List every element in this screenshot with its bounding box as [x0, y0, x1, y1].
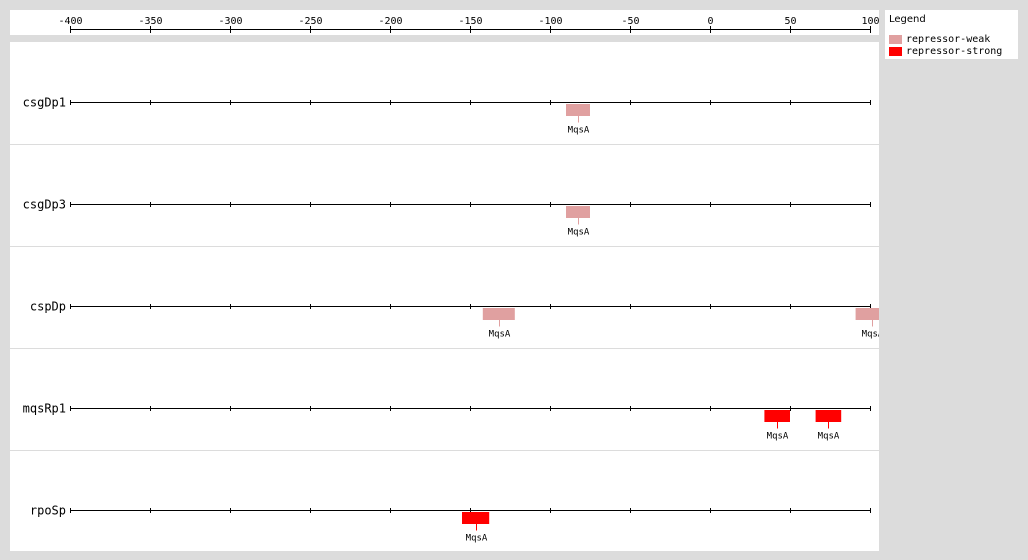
axis-tick-label: -250	[298, 16, 322, 27]
binding-site-box	[566, 206, 590, 218]
binding-site-box	[462, 512, 490, 524]
axis-tick-label: -50	[621, 16, 639, 27]
binding-site-box	[482, 308, 515, 320]
promoter-tracks: csgDp1 MqsA csgDp3 MqsA cspDp MqsA MqsA mqsRp1 M…	[10, 96, 879, 544]
track-name: mqsRp1	[23, 402, 66, 416]
binding-site-label: MqsA	[489, 330, 511, 340]
position-axis: -400 -350 -300 -250 -200 -150 -100 -50 0 50 100	[58, 16, 879, 33]
binding-site-box	[566, 104, 590, 116]
binding-site-label: MqsA	[818, 432, 840, 442]
track-name: cspDp	[30, 300, 66, 314]
track-name: rpoSp	[30, 504, 66, 518]
axis-tick-label: 0	[707, 16, 713, 27]
axis-tick-label: -100	[538, 16, 562, 27]
binding-site-label: MqsA	[466, 534, 488, 544]
axis-panel: -400 -350 -300 -250 -200 -150 -100 -50 0 50 100	[10, 10, 879, 35]
binding-site-label: MqsA	[568, 126, 590, 136]
axis-tick-label: 100	[861, 16, 879, 27]
binding-site-box	[764, 410, 790, 422]
legend-title: Legend	[889, 14, 926, 25]
axis-tick-label: -200	[378, 16, 402, 27]
axis-tick-label: -350	[138, 16, 162, 27]
axis-tick-label: -300	[218, 16, 242, 27]
track-name: csgDp1	[23, 96, 66, 110]
tracks-panel: csgDp1 MqsA csgDp3 MqsA cspDp MqsA MqsA mqsRp1 M…	[10, 42, 879, 551]
legend-swatch-strong	[889, 47, 902, 56]
legend: Legend repressor-weak repressor-strong	[885, 10, 1018, 59]
binding-site-label: MqsA	[862, 330, 879, 340]
track-name: csgDp3	[23, 198, 66, 212]
axis-tick-label: 50	[784, 16, 796, 27]
axis-tick-label: -150	[458, 16, 482, 27]
binding-site-box	[815, 410, 842, 422]
legend-label-strong: repressor-strong	[906, 46, 1003, 57]
binding-site-label: MqsA	[767, 432, 789, 442]
binding-site-box	[855, 308, 879, 320]
axis-tick-label: -400	[58, 16, 82, 27]
legend-swatch-weak	[889, 35, 902, 44]
binding-site-label: MqsA	[568, 228, 590, 238]
legend-label-weak: repressor-weak	[906, 34, 991, 45]
